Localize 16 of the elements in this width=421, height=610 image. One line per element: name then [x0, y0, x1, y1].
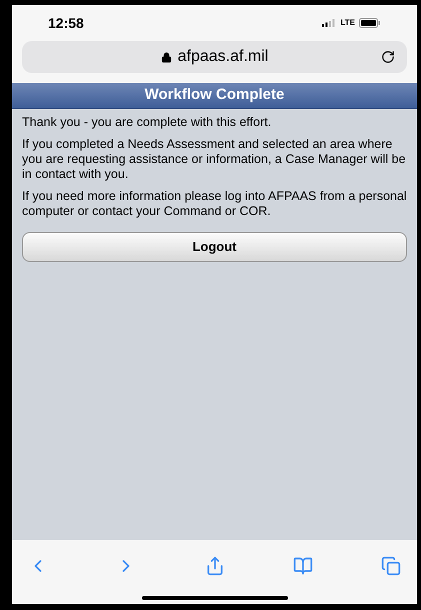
- status-time: 12:58: [48, 14, 84, 32]
- header-title: Workflow Complete: [144, 85, 284, 106]
- lock-icon: [160, 52, 172, 62]
- message-text: Thank you - you are complete with this effort.: [22, 115, 272, 130]
- message-text: If you need more information please log into AFPAAS from a personal computer or contact your Command or COR.: [22, 189, 407, 219]
- tabs-icon[interactable]: [381, 556, 401, 576]
- network-label: LTE: [340, 17, 355, 29]
- reload-icon[interactable]: [381, 50, 395, 64]
- logout-button[interactable]: Logout: [22, 232, 407, 262]
- message-text: If you completed a Needs Assessment and selected an area where you are requesting assistance or information, a Case Manager will be in contact with you.: [22, 137, 407, 182]
- address-bar[interactable]: afpaas.af.mil: [22, 41, 407, 73]
- signal-icon: [322, 19, 336, 27]
- url-text: afpaas.af.mil: [178, 47, 268, 67]
- share-icon[interactable]: [204, 556, 224, 576]
- bookmarks-icon[interactable]: [292, 556, 313, 576]
- battery-icon: [359, 18, 381, 28]
